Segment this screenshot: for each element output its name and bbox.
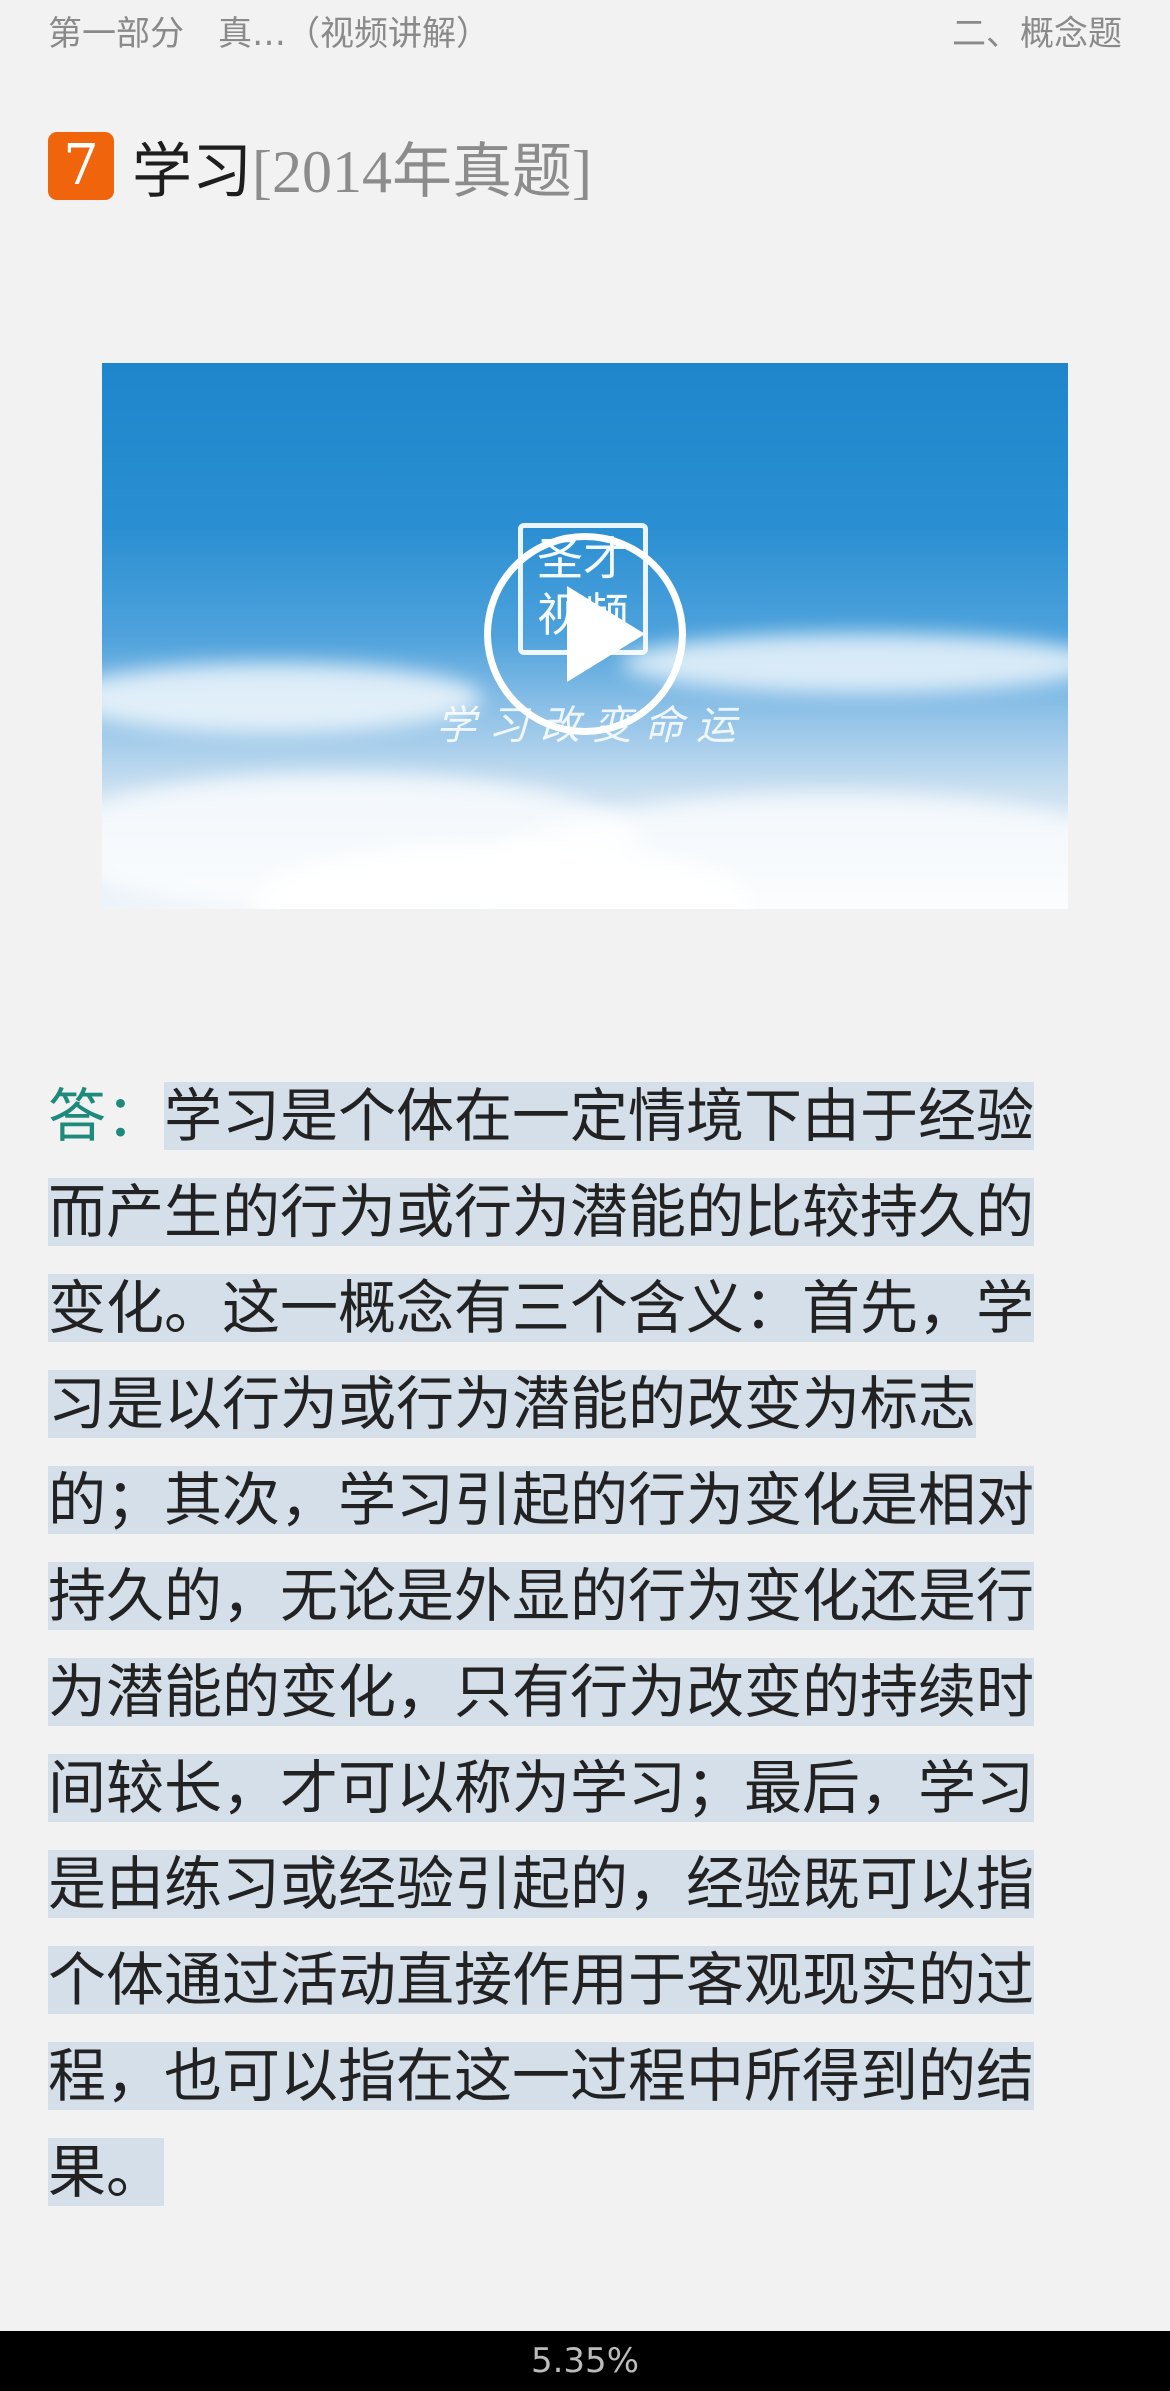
- question-year-tag: [2014年真题]: [252, 138, 592, 205]
- video-player[interactable]: 圣才 视频 学习改变命运: [102, 363, 1068, 909]
- answer-block: 答：学习是个体在一定情境下由于经验而产生的行为或行为潜能的比较持久的变化。这一概…: [48, 1068, 1070, 2220]
- play-button[interactable]: [484, 533, 686, 735]
- cloud-decoration: [622, 633, 1068, 693]
- breadcrumb-section[interactable]: 二、概念题: [952, 6, 1122, 55]
- question-title: 学习: [132, 136, 252, 207]
- play-icon: [567, 586, 645, 682]
- reader-top-bar: 第一部分 真…（视频讲解） 二、概念题: [0, 0, 1170, 60]
- question-heading: 7 学习 [2014年真题]: [48, 130, 592, 207]
- answer-text[interactable]: 学习是个体在一定情境下由于经验而产生的行为或行为潜能的比较持久的变化。这一概念有…: [48, 1082, 1035, 2206]
- cloud-decoration: [102, 663, 482, 733]
- breadcrumb-chapter[interactable]: 第一部分 真…（视频讲解）: [48, 6, 490, 55]
- reading-progress-bar: 5.35%: [0, 2331, 1170, 2391]
- question-number-badge: 7: [48, 132, 114, 200]
- reading-progress-text: 5.35%: [530, 2341, 639, 2381]
- answer-label: 答：: [48, 1082, 165, 1150]
